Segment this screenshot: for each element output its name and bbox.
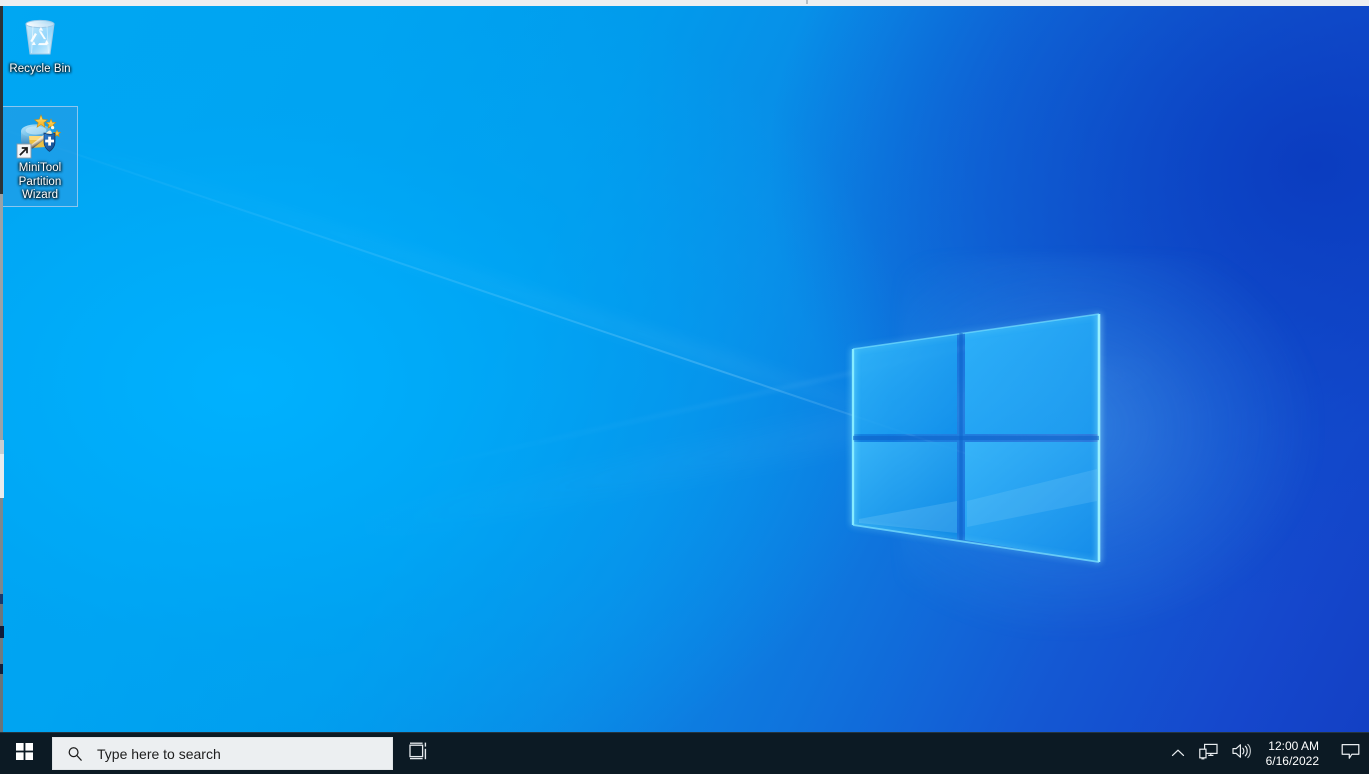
network-button[interactable] [1192, 733, 1225, 774]
left-edge-sliver [0, 638, 3, 664]
left-edge-sliver [0, 454, 4, 498]
task-view-button[interactable] [396, 733, 444, 774]
desktop-screen: Recycle Bin MiniTool Partition Wizard Ty… [0, 0, 1369, 774]
system-tray: 12:00 AM 6/16/2022 [1164, 733, 1369, 774]
light-ray-upper [0, 114, 1022, 474]
top-strip-tick [806, 0, 808, 4]
desktop-icon-recycle-bin[interactable]: Recycle Bin [2, 12, 78, 77]
desktop-icon-minitool-partition-wizard[interactable]: MiniTool Partition Wizard [2, 106, 78, 207]
left-edge-sliver [0, 604, 3, 626]
search-input[interactable]: Type here to search [52, 737, 393, 770]
search-icon [67, 746, 83, 762]
minitool-partition-wizard-icon [16, 111, 64, 159]
start-button[interactable] [0, 733, 48, 774]
notifications-button[interactable] [1331, 733, 1369, 774]
left-edge-sliver [0, 440, 4, 454]
clock-date: 6/16/2022 [1265, 753, 1319, 768]
chevron-up-icon [1171, 745, 1185, 763]
desktop-wallpaper[interactable]: Recycle Bin MiniTool Partition Wizard [0, 6, 1369, 732]
left-edge-sliver [0, 6, 3, 194]
network-icon [1198, 743, 1218, 765]
light-ray-lower [379, 311, 1123, 479]
windows-logo-icon [15, 742, 33, 765]
desktop-icon-label: Recycle Bin [9, 63, 71, 75]
recycle-bin-icon [16, 12, 64, 60]
notification-bubble-icon [1341, 743, 1360, 765]
volume-icon [1232, 743, 1251, 764]
clock[interactable]: 12:00 AM 6/16/2022 [1258, 733, 1331, 774]
task-view-icon [409, 742, 431, 765]
left-edge-sliver [0, 626, 4, 638]
left-edge-sliver [0, 664, 3, 674]
windows-hero-logo [845, 301, 1115, 576]
desktop-icon-label: MiniTool Partition Wizard [18, 162, 62, 201]
wallpaper-glow [900, 256, 1320, 636]
clock-time: 12:00 AM [1268, 738, 1319, 753]
volume-button[interactable] [1225, 733, 1258, 774]
search-placeholder-text: Type here to search [97, 745, 221, 762]
taskbar-empty-area [444, 733, 1164, 774]
shortcut-arrow-overlay [16, 143, 32, 159]
left-edge-sliver [0, 194, 3, 440]
left-edge-sliver [0, 594, 3, 604]
taskbar: Type here to search 12:00 AM 6/16/2022 [0, 732, 1369, 774]
show-hidden-icons-button[interactable] [1164, 733, 1192, 774]
light-ray-glow-upper [0, 102, 1008, 462]
top-window-strip [0, 0, 1369, 6]
left-edge-sliver [0, 498, 3, 594]
left-edge-sliver [0, 674, 3, 732]
light-ray-glow-lower [297, 346, 1185, 556]
